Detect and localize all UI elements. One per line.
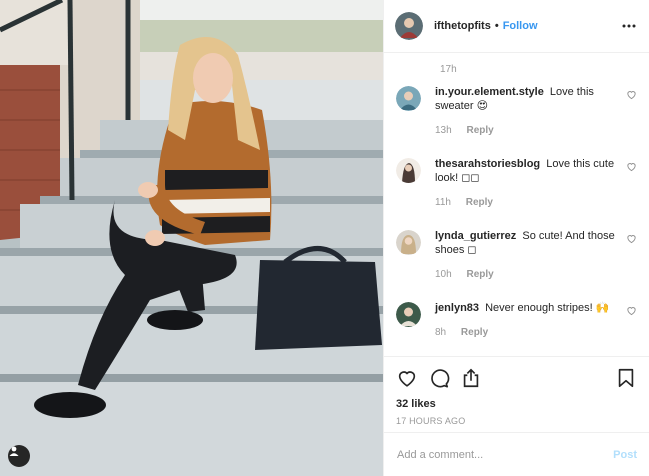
- comments-list[interactable]: 17h in.your.element.style Love this swea…: [384, 53, 649, 356]
- tagged-users-button[interactable]: [8, 445, 30, 467]
- comment-time[interactable]: 10h: [435, 269, 452, 280]
- post-header: ifthetopfits • Follow: [384, 0, 649, 54]
- post-photo[interactable]: [0, 0, 383, 476]
- comment-item: thesarahstoriesblog Love this cute look!…: [396, 157, 637, 210]
- bookmark-icon[interactable]: [615, 367, 637, 389]
- comment-like-icon[interactable]: [626, 161, 637, 172]
- add-comment-bar: Post: [384, 432, 649, 476]
- reply-button[interactable]: Reply: [466, 197, 493, 208]
- likes-count[interactable]: 32 likes: [396, 398, 637, 410]
- action-bar: [396, 366, 637, 390]
- comment-like-icon[interactable]: [626, 233, 637, 244]
- comment-time[interactable]: 11h: [435, 197, 451, 208]
- photo-illustration: [0, 0, 383, 476]
- reply-button[interactable]: Reply: [466, 269, 493, 280]
- comment-username[interactable]: in.your.element.style: [435, 86, 544, 98]
- comment-like-icon[interactable]: [626, 89, 637, 100]
- post-timestamp[interactable]: 17 HOURS AGO: [396, 416, 637, 426]
- post-comment-button[interactable]: Post: [613, 449, 637, 461]
- caption-time: 17h: [440, 64, 457, 76]
- user-icon: [9, 446, 19, 456]
- comment-item: jenlyn83 Never enough stripes! 🙌 8h Repl…: [396, 301, 637, 340]
- comment-time[interactable]: 8h: [435, 327, 446, 338]
- author-avatar-image: [395, 12, 423, 41]
- more-options-icon[interactable]: [621, 18, 637, 34]
- comment-username[interactable]: thesarahstoriesblog: [435, 158, 540, 170]
- commenter-avatar[interactable]: [396, 86, 421, 112]
- follow-button[interactable]: Follow: [503, 20, 538, 32]
- heart-icon[interactable]: [396, 367, 418, 389]
- comment-input[interactable]: [397, 448, 614, 461]
- comment-time[interactable]: 13h: [435, 125, 452, 136]
- comment-username[interactable]: lynda_gutierrez: [435, 230, 516, 242]
- comment-item: in.your.element.style Love this sweater …: [396, 85, 637, 138]
- reply-button[interactable]: Reply: [466, 125, 493, 136]
- post-side-panel: ifthetopfits • Follow 17h in.your.elemen…: [383, 0, 649, 476]
- commenter-avatar[interactable]: [396, 158, 421, 184]
- comment-item: lynda_gutierrez So cute! And those shoes…: [396, 229, 637, 282]
- commenter-avatar[interactable]: [396, 230, 421, 256]
- post-modal: ifthetopfits • Follow 17h in.your.elemen…: [0, 0, 649, 476]
- author-username[interactable]: ifthetopfits: [434, 20, 491, 32]
- comment-text: Never enough stripes! 🙌: [485, 302, 610, 315]
- comment-icon[interactable]: [428, 367, 450, 389]
- author-avatar[interactable]: [395, 12, 423, 41]
- comment-username[interactable]: jenlyn83: [435, 302, 479, 314]
- commenter-avatar[interactable]: [396, 302, 421, 328]
- reply-button[interactable]: Reply: [461, 327, 488, 338]
- share-icon[interactable]: [460, 367, 482, 389]
- post-actions-area: 32 likes 17 HOURS AGO: [384, 356, 649, 432]
- separator-dot: •: [494, 20, 499, 33]
- comment-like-icon[interactable]: [626, 305, 637, 316]
